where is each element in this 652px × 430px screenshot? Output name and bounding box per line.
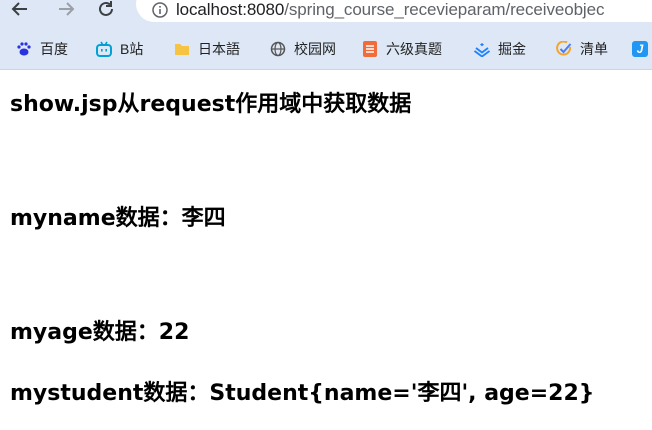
bilibili-tv-icon <box>96 41 112 57</box>
bookmark-label: B站 <box>120 41 144 57</box>
j-icon: J <box>632 41 648 57</box>
juejin-icon <box>473 41 491 58</box>
bookmark-campus-network[interactable]: 校园网 <box>270 39 336 59</box>
info-icon[interactable] <box>152 2 168 18</box>
globe-icon <box>270 41 286 57</box>
baidu-paw-icon <box>16 41 32 57</box>
document-icon <box>362 41 378 57</box>
url-path: /spring_course_recevieparam/receiveobjec <box>284 0 605 19</box>
url-host: localhost:8080 <box>176 0 285 19</box>
bookmark-label: 六级真题 <box>386 41 442 57</box>
bookmark-checklist[interactable]: 清单 <box>556 39 608 59</box>
bookmark-label: 日本語 <box>198 41 240 57</box>
bookmark-j[interactable]: J <box>632 39 652 59</box>
bookmark-japanese[interactable]: 日本語 <box>174 39 240 59</box>
reload-icon[interactable] <box>94 0 118 18</box>
bookmark-label: 校园网 <box>294 41 336 57</box>
back-arrow-icon[interactable] <box>8 0 32 18</box>
bookmark-bilibili[interactable]: B站 <box>96 39 143 59</box>
bookmark-cet6[interactable]: 六级真题 <box>362 39 442 59</box>
myage-line: myage数据：22 <box>10 320 190 345</box>
bookmark-label: 百度 <box>40 41 68 57</box>
page-heading: show.jsp从request作用域中获取数据 <box>10 92 412 117</box>
check-circle-icon <box>556 40 572 57</box>
myname-line: myname数据：李四 <box>10 206 226 231</box>
bookmark-juejin[interactable]: 掘金 <box>473 39 526 59</box>
browser-toolbar: localhost:8080/spring_course_receviepara… <box>0 0 652 31</box>
bookmarks-bar: 百度 B站 日本語 校园网 六级真题 掘金 清单 J <box>0 31 652 70</box>
bookmark-baidu[interactable]: 百度 <box>16 39 68 59</box>
bookmark-label: 掘金 <box>498 41 526 57</box>
mystudent-line: mystudent数据：Student{name='李四', age=22} <box>10 381 595 406</box>
address-bar[interactable]: localhost:8080/spring_course_receviepara… <box>136 0 652 22</box>
url-text[interactable]: localhost:8080/spring_course_receviepara… <box>176 0 604 20</box>
folder-icon <box>174 41 190 57</box>
bookmark-label: 清单 <box>580 41 608 57</box>
forward-arrow-icon[interactable] <box>54 0 78 18</box>
